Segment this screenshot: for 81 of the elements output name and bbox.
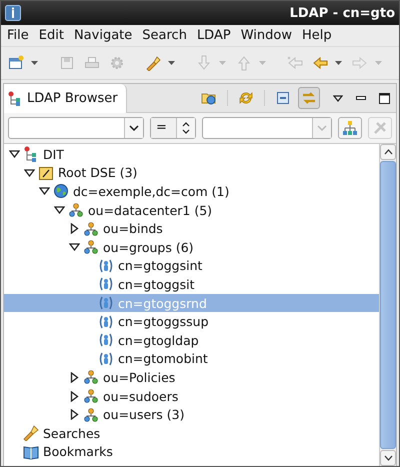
collapsed-icon[interactable] (69, 409, 80, 420)
chevron-down-icon (317, 125, 327, 131)
tree-item[interactable]: DIT (4, 145, 379, 164)
tree-item[interactable]: ou=groups (6) (4, 238, 379, 257)
chevron-up-icon[interactable] (384, 149, 392, 155)
expanded-icon[interactable] (9, 150, 20, 158)
group-icon (98, 314, 114, 330)
collapsed-icon[interactable] (69, 372, 80, 383)
app-icon (5, 5, 21, 21)
two-arrows-icon (301, 90, 317, 106)
book-icon (23, 444, 39, 460)
menu-item[interactable]: Search (138, 28, 191, 43)
menu-item[interactable]: Window (236, 28, 296, 43)
menu-item[interactable]: Navigate (70, 28, 136, 43)
expanded-icon[interactable] (69, 243, 80, 252)
menu-item[interactable]: File (3, 28, 33, 43)
flashlight-icon (23, 425, 39, 442)
group-icon (98, 295, 114, 312)
tree-item[interactable]: cn=gtoggsint (4, 256, 379, 276)
collapsed-icon[interactable] (69, 223, 80, 234)
flashlight-icon (145, 55, 161, 71)
gear-icon (109, 55, 125, 71)
expanded-icon[interactable] (24, 168, 35, 177)
window-icon (8, 55, 24, 71)
expanded-icon[interactable] (54, 206, 65, 214)
scrollbar[interactable] (379, 144, 396, 466)
hierarchy-icon (342, 120, 358, 136)
expanded-icon[interactable] (39, 187, 50, 196)
tree-item[interactable]: Bookmarks (4, 442, 379, 462)
collapsed-icon[interactable] (69, 390, 80, 402)
window-title: LDAP - cn=gto (290, 6, 395, 20)
view-tab[interactable]: LDAP Browser (4, 84, 127, 113)
refresh-icon (238, 90, 254, 106)
printer-icon (84, 55, 100, 71)
minimize-icon[interactable] (356, 96, 366, 100)
org-unit-icon (68, 202, 84, 218)
caret-icon[interactable] (335, 61, 342, 65)
tree-icon (23, 146, 39, 162)
attribute-combo[interactable] (8, 117, 144, 139)
tree-item[interactable]: cn=gtoggsit (4, 275, 379, 294)
tree-item[interactable]: Searches (4, 424, 379, 442)
tree-item[interactable]: Root DSE (3) (4, 164, 379, 182)
down-arrow-icon (196, 55, 212, 71)
menu-item[interactable]: Edit (34, 28, 68, 43)
org-unit-icon (83, 239, 99, 256)
left-arrow-icon (287, 55, 303, 71)
org-unit-icon (83, 388, 99, 404)
chevron-down-icon (129, 125, 139, 131)
up-down-icon (182, 122, 190, 134)
tree-item[interactable]: ou=users (3) (4, 405, 379, 424)
org-unit-icon (83, 369, 99, 386)
org-unit-icon (83, 220, 99, 237)
up-arrow-icon (236, 55, 252, 71)
right-arrow-icon (352, 55, 368, 71)
group-icon (98, 276, 114, 292)
tree-item[interactable]: cn=gtogldap (4, 330, 379, 350)
menu-item[interactable]: LDAP (192, 28, 235, 43)
tree-item[interactable]: cn=gtoggssup (4, 312, 379, 331)
group-icon (98, 258, 114, 274)
tree-item[interactable]: ou=binds (4, 219, 379, 238)
tree-item[interactable]: ou=sudoers (4, 386, 379, 406)
collapse-icon (275, 90, 291, 106)
globe-icon (53, 183, 69, 200)
group-icon (98, 350, 114, 367)
left-arrow-icon (312, 55, 328, 71)
tree-item[interactable]: dc=exemple,dc=com (1) (4, 182, 379, 201)
tree-item[interactable]: ou=Policies (4, 368, 379, 387)
menu-item[interactable]: Help (298, 28, 336, 43)
folder-icon (38, 164, 54, 181)
tree-item[interactable]: cn=gtomobint (4, 350, 379, 368)
org-unit-icon (83, 406, 99, 423)
maximize-icon[interactable] (379, 92, 390, 104)
apply-filter-button[interactable] (338, 117, 362, 139)
caret-icon[interactable] (168, 61, 175, 65)
view-menu-icon[interactable] (333, 94, 343, 102)
chevron-down-icon[interactable] (384, 455, 392, 461)
tree-item[interactable]: ou=datacenter1 (5) (4, 200, 379, 220)
group-icon (98, 332, 114, 348)
operator-spinner[interactable]: = (150, 117, 196, 139)
cross-icon (372, 120, 388, 136)
caret-icon[interactable] (31, 61, 38, 65)
